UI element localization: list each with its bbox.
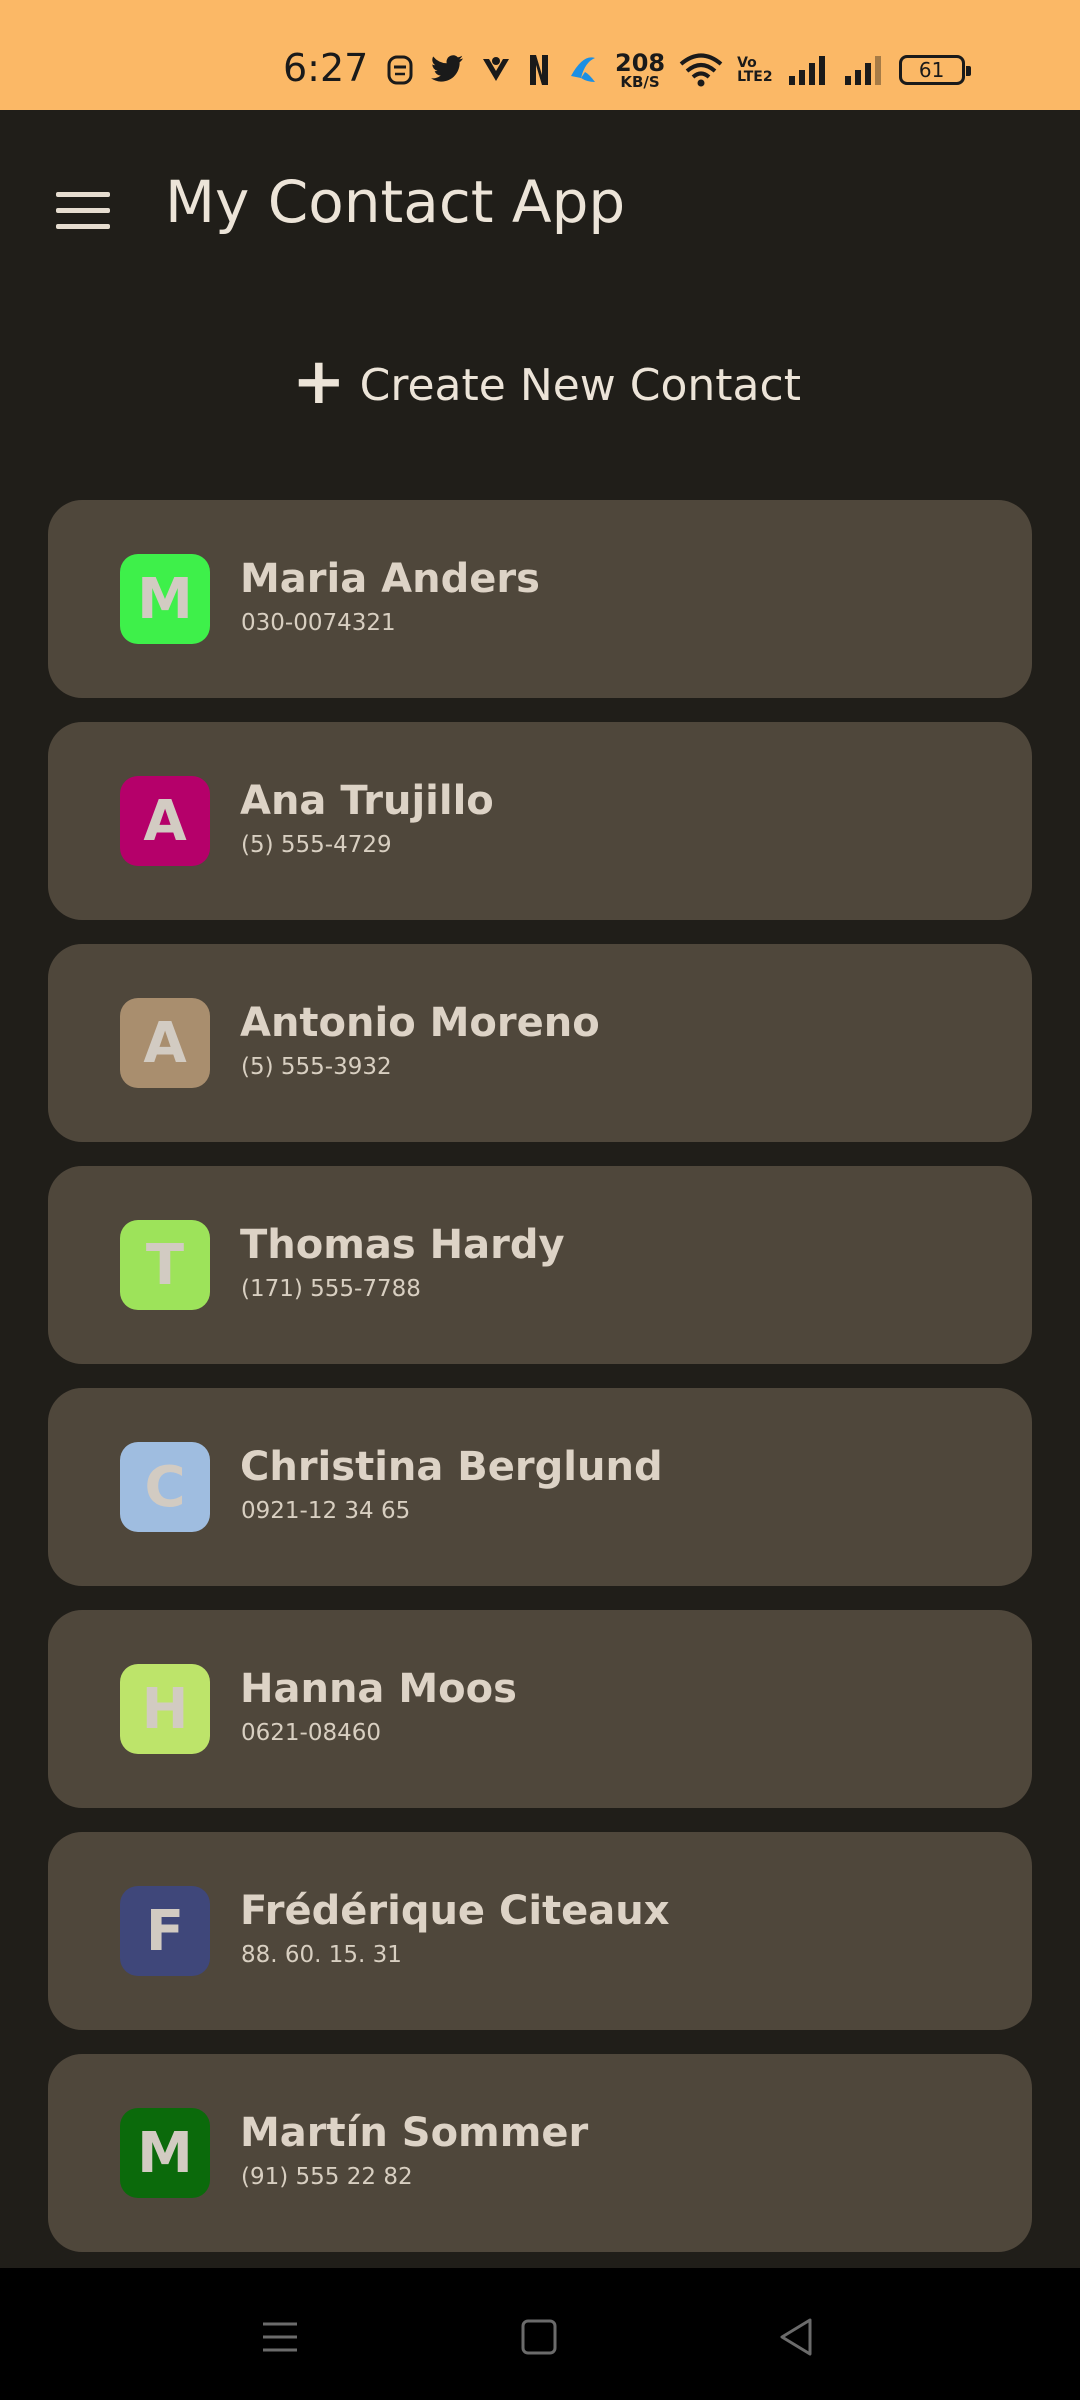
contact-phone: (91) 555 22 82 — [241, 2164, 413, 2190]
contact-name: Antonio Moreno — [240, 1000, 600, 1046]
face-icon — [387, 55, 413, 85]
app-bar: My Contact App — [0, 110, 1080, 300]
signal-icon — [788, 56, 825, 85]
netflix-icon — [530, 55, 548, 85]
contact-avatar: A — [120, 998, 210, 1088]
contact-phone: (5) 555-4729 — [241, 832, 392, 858]
plus-icon: + — [292, 345, 346, 419]
volte-bottom: LTE2 — [737, 69, 773, 85]
contact-card[interactable]: A Ana Trujillo (5) 555-4729 — [48, 722, 1032, 920]
navigation-bar — [0, 2268, 1080, 2400]
contact-name: Martín Sommer — [240, 2110, 589, 2156]
status-bar: 6:27 208 KB/S Vo LTE2 61 — [0, 0, 1080, 110]
recent-apps-icon[interactable] — [255, 2312, 305, 2362]
signal-icon — [844, 56, 881, 85]
battery-level: 61 — [918, 58, 945, 82]
contact-phone: 88. 60. 15. 31 — [241, 1942, 402, 1968]
volte-top: Vo — [737, 55, 757, 71]
net-speed: 208 KB/S — [615, 51, 665, 90]
contact-phone: 030-0074321 — [241, 610, 396, 636]
wifi-icon — [679, 53, 723, 87]
contact-card[interactable]: C Christina Berglund 0921-12 34 65 — [48, 1388, 1032, 1586]
contact-avatar: M — [120, 554, 210, 644]
contact-name: Maria Anders — [240, 556, 540, 602]
home-icon[interactable] — [514, 2312, 564, 2362]
net-speed-value: 208 — [615, 48, 666, 77]
contact-name: Frédérique Citeaux — [240, 1888, 670, 1934]
contact-avatar: T — [120, 1220, 210, 1310]
contact-phone: 0621-08460 — [241, 1720, 381, 1746]
contact-name: Christina Berglund — [240, 1444, 663, 1490]
create-contact-label: Create New Contact — [359, 359, 801, 411]
telenor-icon — [571, 57, 595, 82]
twitter-icon — [431, 55, 463, 82]
contact-card[interactable]: T Thomas Hardy (171) 555-7788 — [48, 1166, 1032, 1364]
status-time: 6:27 — [283, 46, 369, 90]
contact-avatar: A — [120, 776, 210, 866]
contact-name: Thomas Hardy — [240, 1222, 565, 1268]
back-icon[interactable] — [772, 2312, 822, 2362]
contact-phone: (5) 555-3932 — [241, 1054, 392, 1080]
battery-icon: 61 — [898, 55, 971, 85]
net-speed-unit: KB/S — [620, 72, 660, 91]
contact-avatar: F — [120, 1886, 210, 1976]
contact-card[interactable]: H Hanna Moos 0621-08460 — [48, 1610, 1032, 1808]
contact-card[interactable]: M Maria Anders 030-0074321 — [48, 500, 1032, 698]
contact-avatar: C — [120, 1442, 210, 1532]
volte-icon: Vo LTE2 — [737, 56, 772, 84]
contact-name: Ana Trujillo — [240, 778, 494, 824]
contact-list: M Maria Anders 030-0074321 A Ana Trujillo (5)… — [48, 500, 1032, 2276]
app-icon — [483, 57, 509, 81]
contact-card[interactable]: M Martín Sommer (91) 555 22 82 — [48, 2054, 1032, 2252]
contact-avatar: M — [120, 2108, 210, 2198]
contact-avatar: H — [120, 1664, 210, 1754]
contact-card[interactable]: A Antonio Moreno (5) 555-3932 — [48, 944, 1032, 1142]
app-title: My Contact App — [165, 168, 626, 236]
hamburger-icon[interactable] — [50, 180, 120, 240]
create-contact-button[interactable]: + Create New Contact — [292, 345, 801, 425]
status-icons: 208 KB/S Vo LTE2 61 — [385, 40, 971, 100]
contact-phone: (171) 555-7788 — [241, 1276, 421, 1302]
contact-card[interactable]: F Frédérique Citeaux 88. 60. 15. 31 — [48, 1832, 1032, 2030]
contact-phone: 0921-12 34 65 — [241, 1498, 411, 1524]
contact-name: Hanna Moos — [240, 1666, 517, 1712]
